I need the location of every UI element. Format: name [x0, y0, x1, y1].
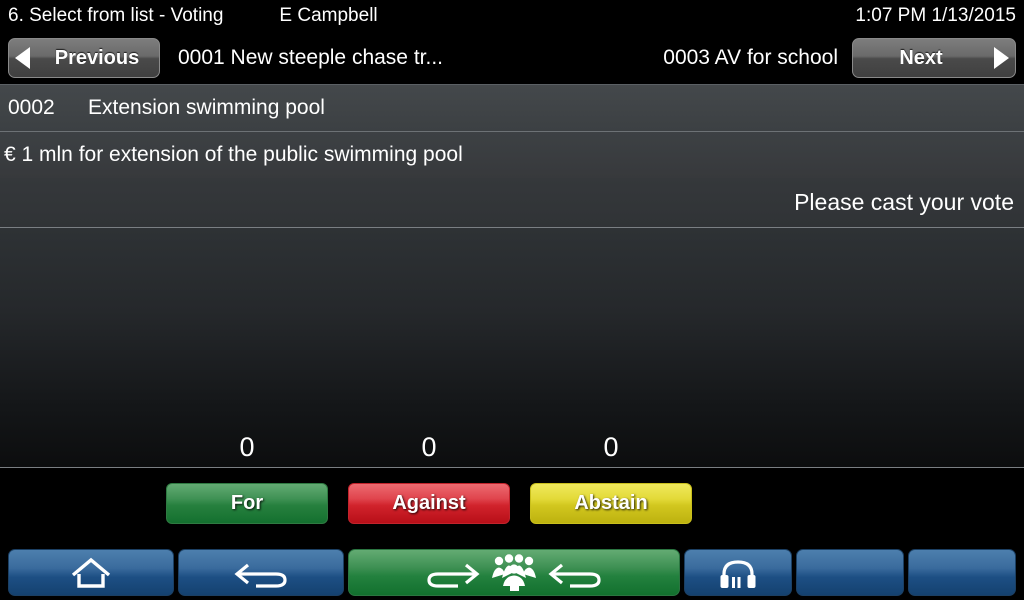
- bottom-toolbar: [0, 545, 1024, 600]
- vote-count-against: 0: [421, 432, 437, 462]
- forward-arrow-icon: [422, 556, 484, 590]
- vote-against-button[interactable]: Against: [348, 483, 510, 524]
- previous-button-label: Previous: [54, 46, 140, 69]
- voting-screen: 6. Select from list - Voting E Campbell …: [0, 0, 1024, 600]
- current-item-header: 0002 Extension swimming pool: [0, 84, 1024, 131]
- next-button-label: Next: [899, 46, 943, 69]
- item-number: 0002: [8, 96, 55, 119]
- toolbar-empty-button-2[interactable]: [908, 549, 1016, 596]
- datetime-label: 1:07 PM 1/13/2015: [855, 5, 1016, 26]
- status-bar: 6. Select from list - Voting E Campbell …: [0, 0, 1024, 32]
- vote-button-bar: For Against Abstain: [0, 469, 1024, 541]
- toolbar-empty-button-1[interactable]: [796, 549, 904, 596]
- previous-item-label[interactable]: 0001 New steeple chase tr...: [178, 34, 443, 82]
- screen-title: 6. Select from list - Voting: [8, 5, 224, 26]
- back-button[interactable]: [178, 549, 344, 596]
- request-to-speak-button[interactable]: [348, 549, 680, 596]
- vote-count-for: 0: [239, 432, 255, 462]
- previous-button[interactable]: Previous: [8, 38, 160, 78]
- home-icon: [68, 556, 114, 590]
- item-description-row: € 1 mln for extension of the public swim…: [0, 131, 1024, 178]
- back-arrow-icon: [230, 556, 292, 590]
- headphones-icon: [718, 556, 758, 590]
- chevron-right-icon: [994, 47, 1009, 69]
- reverse-arrow-icon: [544, 556, 606, 590]
- vote-for-button[interactable]: For: [166, 483, 328, 524]
- audio-channel-button[interactable]: [684, 549, 792, 596]
- current-user-label: E Campbell: [279, 5, 378, 26]
- vote-counts: 0 0 0: [0, 419, 1024, 463]
- next-button[interactable]: Next: [852, 38, 1016, 78]
- next-item-label[interactable]: 0003 AV for school: [663, 34, 838, 82]
- chevron-left-icon: [15, 47, 30, 69]
- vote-abstain-button[interactable]: Abstain: [530, 483, 692, 524]
- item-description: € 1 mln for extension of the public swim…: [4, 143, 463, 166]
- home-button[interactable]: [8, 549, 174, 596]
- voting-status-message: Please cast your vote: [794, 189, 1014, 215]
- vote-count-abstain: 0: [603, 432, 619, 462]
- voting-status-row: Please cast your vote: [0, 178, 1024, 227]
- navigation-bar: Previous 0001 New steeple chase tr... 00…: [0, 34, 1024, 82]
- group-people-icon: [490, 553, 538, 592]
- vote-results-panel: 0 0 0: [0, 227, 1024, 468]
- item-title: Extension swimming pool: [88, 96, 325, 119]
